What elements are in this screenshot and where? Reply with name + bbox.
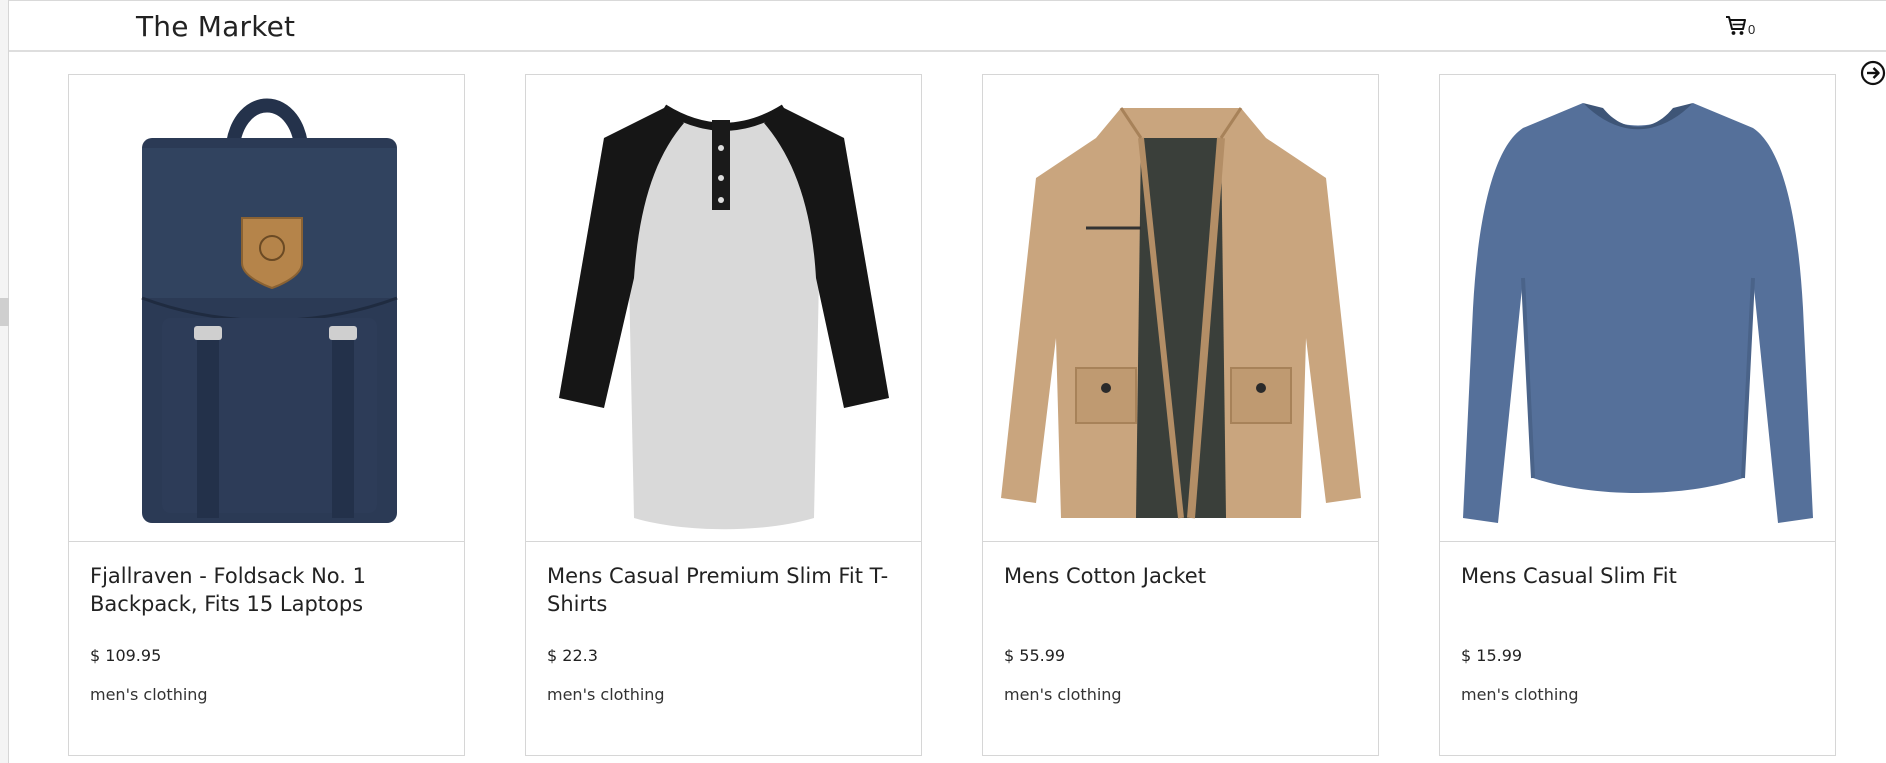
product-image[interactable] <box>69 75 464 542</box>
product-card[interactable]: Mens Cotton Jacket $ 55.99 men's clothin… <box>982 74 1379 756</box>
arrow-circle-right-icon <box>1860 60 1886 90</box>
top-header: The Market 0 <box>9 0 1886 52</box>
product-grid: Fjallraven - Foldsack No. 1 Backpack, Fi… <box>68 74 1836 756</box>
left-edge-marker <box>0 298 9 326</box>
product-price: $ 15.99 <box>1461 646 1523 665</box>
product-title[interactable]: Mens Casual Premium Slim Fit T-Shirts <box>547 562 900 646</box>
product-card[interactable]: Fjallraven - Foldsack No. 1 Backpack, Fi… <box>68 74 465 756</box>
backpack-image <box>140 98 398 523</box>
product-title[interactable]: Fjallraven - Foldsack No. 1 Backpack, Fi… <box>90 562 443 646</box>
product-price: $ 109.95 <box>90 646 162 665</box>
product-image[interactable] <box>983 75 1378 542</box>
jacket-image <box>1000 107 1361 519</box>
product-image[interactable] <box>1440 75 1835 542</box>
product-price: $ 55.99 <box>1004 646 1066 665</box>
cart-button[interactable]: 0 <box>1725 15 1755 36</box>
cart-count: 0 <box>1748 22 1756 37</box>
product-image[interactable] <box>526 75 921 542</box>
product-card[interactable]: Mens Casual Slim Fit $ 15.99 men's cloth… <box>1439 74 1836 756</box>
product-price: $ 22.3 <box>547 646 598 665</box>
product-card[interactable]: Mens Casual Premium Slim Fit T-Shirts $ … <box>525 74 922 756</box>
product-category: men's clothing <box>90 685 208 704</box>
product-category: men's clothing <box>1004 685 1122 704</box>
shirt-image <box>558 104 889 530</box>
left-window-edge <box>0 0 9 763</box>
product-title[interactable]: Mens Cotton Jacket <box>1004 562 1357 646</box>
product-title[interactable]: Mens Casual Slim Fit <box>1461 562 1814 646</box>
product-category: men's clothing <box>1461 685 1579 704</box>
page: The Market 0 Fjallraven - Foldsack No. 1… <box>0 0 1886 763</box>
product-category: men's clothing <box>547 685 665 704</box>
longsleeve-image <box>1462 103 1813 523</box>
shopping-cart-icon <box>1725 15 1747 36</box>
next-page-button[interactable] <box>1860 60 1886 86</box>
brand-title[interactable]: The Market <box>136 10 295 43</box>
